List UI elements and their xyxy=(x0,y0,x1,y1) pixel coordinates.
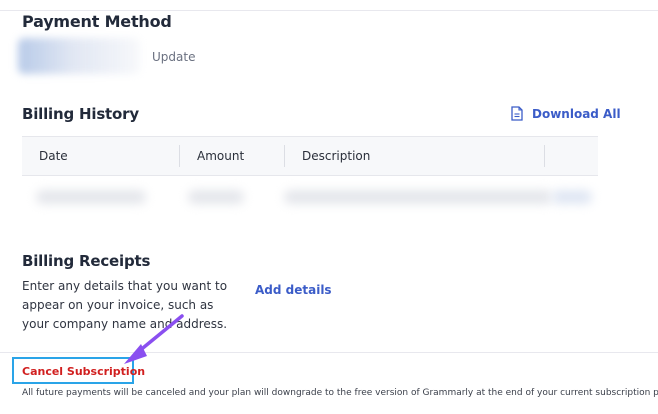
annotation-arrow-icon xyxy=(124,314,184,364)
